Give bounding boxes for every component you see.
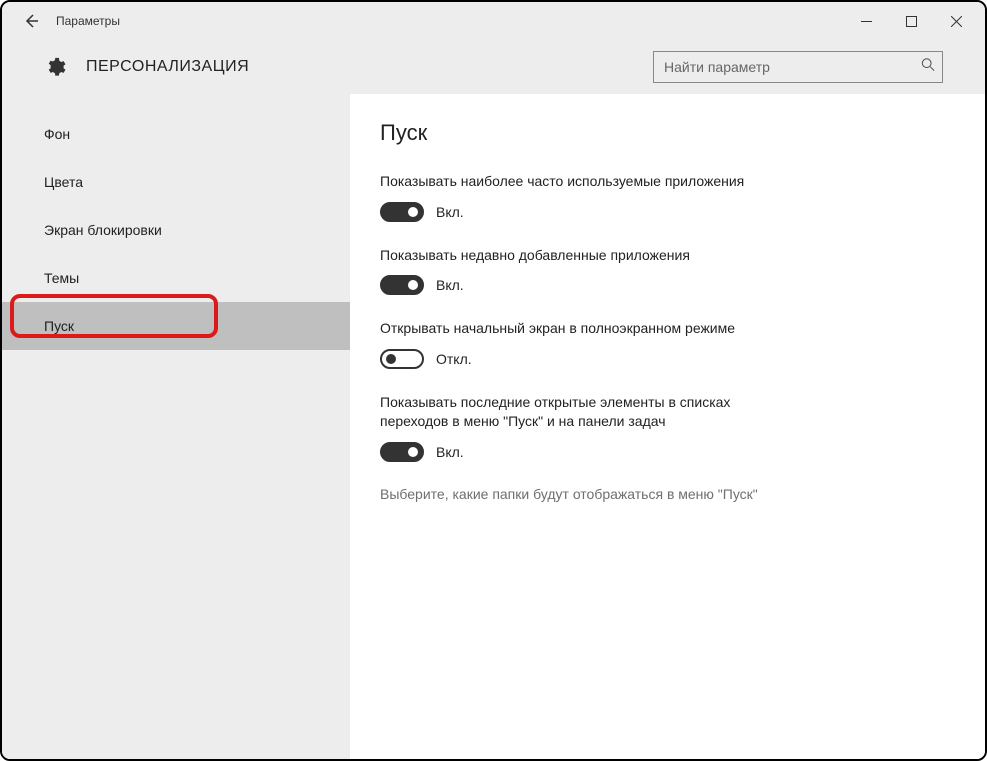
sidebar-item-colors[interactable]: Цвета: [2, 158, 350, 206]
search-wrap: [653, 51, 943, 83]
toggle-switch[interactable]: [380, 442, 424, 462]
close-icon: [951, 16, 962, 27]
sidebar: Фон Цвета Экран блокировки Темы Пуск: [2, 94, 350, 759]
toggle-state: Вкл.: [436, 277, 464, 293]
search-input[interactable]: [653, 51, 943, 83]
toggle-switch[interactable]: [380, 202, 424, 222]
setting-fullscreen-start: Открывать начальный экран в полноэкранно…: [380, 319, 943, 369]
toggle-state: Вкл.: [436, 204, 464, 220]
close-button[interactable]: [934, 6, 979, 36]
toggle-row: Откл.: [380, 349, 943, 369]
toggle-row: Вкл.: [380, 442, 943, 462]
toggle-state: Вкл.: [436, 444, 464, 460]
minimize-icon: [861, 16, 872, 27]
toggle-row: Вкл.: [380, 202, 943, 222]
setting-label: Показывать последние открытые элементы в…: [380, 393, 800, 432]
header: ПЕРСОНАЛИЗАЦИЯ: [2, 40, 985, 94]
setting-jumplist-recent: Показывать последние открытые элементы в…: [380, 393, 943, 462]
choose-folders-link[interactable]: Выберите, какие папки будут отображаться…: [380, 486, 943, 502]
gear-icon: [44, 56, 66, 78]
sidebar-item-label: Пуск: [44, 318, 74, 334]
settings-window: Параметры ПЕРСОНАЛИЗАЦИЯ Фон: [0, 0, 987, 761]
sidebar-item-themes[interactable]: Темы: [2, 254, 350, 302]
toggle-switch[interactable]: [380, 349, 424, 369]
setting-most-used-apps: Показывать наиболее часто используемые п…: [380, 172, 943, 222]
maximize-icon: [906, 16, 917, 27]
setting-label: Показывать недавно добавленные приложени…: [380, 246, 800, 266]
sidebar-item-label: Темы: [44, 270, 79, 286]
body: Фон Цвета Экран блокировки Темы Пуск Пус…: [2, 94, 985, 759]
minimize-button[interactable]: [844, 6, 889, 36]
sidebar-item-start[interactable]: Пуск: [2, 302, 350, 350]
maximize-button[interactable]: [889, 6, 934, 36]
titlebar: Параметры: [2, 2, 985, 40]
arrow-left-icon: [23, 13, 39, 29]
toggle-row: Вкл.: [380, 275, 943, 295]
sidebar-item-label: Экран блокировки: [44, 222, 162, 238]
window-controls: [844, 6, 979, 36]
toggle-state: Откл.: [436, 351, 472, 367]
sidebar-item-background[interactable]: Фон: [2, 110, 350, 158]
page-heading: Пуск: [380, 120, 943, 146]
setting-recently-added: Показывать недавно добавленные приложени…: [380, 246, 943, 296]
sidebar-item-label: Фон: [44, 126, 70, 142]
toggle-switch[interactable]: [380, 275, 424, 295]
setting-label: Открывать начальный экран в полноэкранно…: [380, 319, 800, 339]
content: Пуск Показывать наиболее часто используе…: [350, 94, 985, 759]
window-title: Параметры: [56, 14, 120, 28]
sidebar-item-label: Цвета: [44, 174, 83, 190]
back-button[interactable]: [16, 6, 46, 36]
setting-label: Показывать наиболее часто используемые п…: [380, 172, 800, 192]
sidebar-item-lockscreen[interactable]: Экран блокировки: [2, 206, 350, 254]
section-title: ПЕРСОНАЛИЗАЦИЯ: [86, 58, 249, 76]
